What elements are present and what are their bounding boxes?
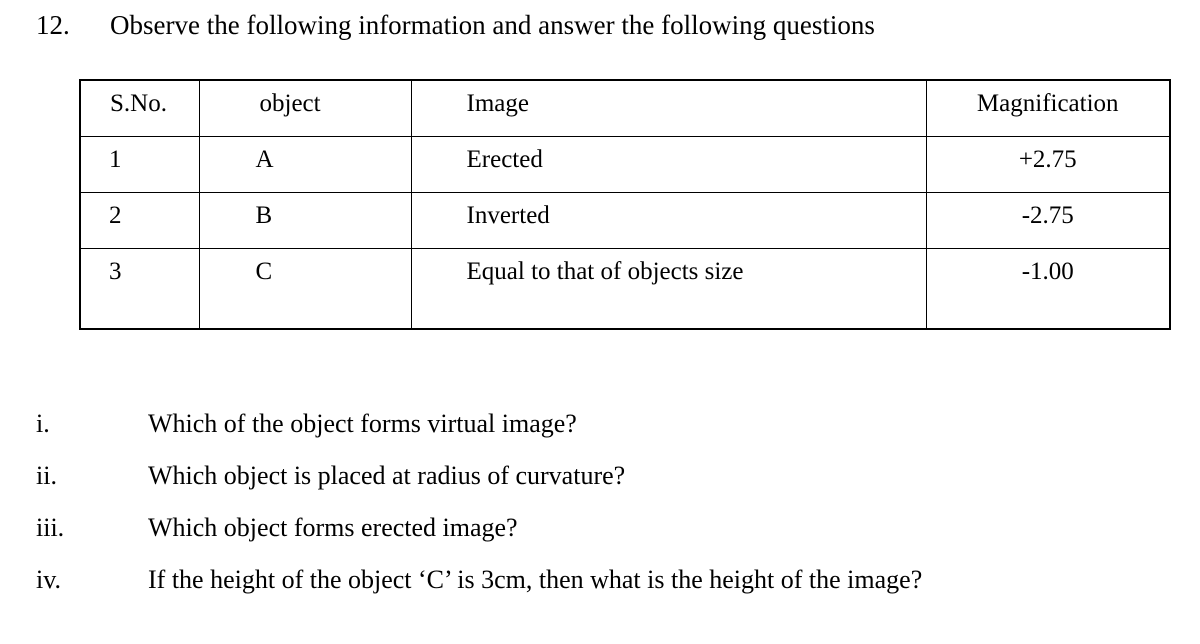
sub-question-text: If the height of the object ‘C’ is 3cm, … — [148, 565, 923, 594]
cell-object: C — [198, 248, 412, 330]
cell-image-value: Erected — [466, 146, 543, 173]
sub-question-marker: iv. — [36, 565, 62, 594]
cell-image: Erected — [410, 136, 927, 193]
column-header-image-label: Image — [466, 90, 529, 117]
column-header-object-label: object — [259, 90, 321, 117]
cell-object-value: B — [255, 202, 273, 229]
cell-sno: 2 — [79, 192, 200, 249]
observation-table: S.No. object Image Magnification 1 A Ere… — [79, 79, 1171, 330]
cell-object: B — [198, 192, 412, 249]
sub-question-marker: ii. — [36, 461, 57, 490]
table-row: 1 A Erected +2.75 — [79, 136, 1171, 193]
observation-table-container: S.No. object Image Magnification 1 A Ere… — [79, 79, 1171, 330]
cell-sno: 1 — [79, 136, 200, 193]
column-header-magnification: Magnification — [925, 79, 1171, 137]
sub-question-marker: i. — [36, 409, 50, 438]
cell-image: Equal to that of objects size — [410, 248, 927, 330]
column-header-sno: S.No. — [79, 79, 200, 137]
table-row: 2 B Inverted -2.75 — [79, 192, 1171, 249]
column-header-object: object — [198, 79, 412, 137]
cell-magnification: -2.75 — [925, 192, 1171, 249]
column-header-sno-label: S.No. — [110, 90, 167, 117]
cell-magnification: +2.75 — [925, 136, 1171, 193]
cell-object-value: A — [255, 146, 274, 173]
question-heading: 12. Observe the following information an… — [0, 8, 1200, 48]
table-row: 3 C Equal to that of objects size -1.00 — [79, 248, 1171, 330]
sub-question-item-iv: iv. If the height of the object ‘C’ is 3… — [0, 564, 1200, 616]
cell-image: Inverted — [410, 192, 927, 249]
table-header-row: S.No. object Image Magnification — [79, 79, 1171, 137]
cell-image-value: Inverted — [466, 202, 550, 229]
sub-question-marker: iii. — [36, 513, 65, 542]
sub-question-list: i. Which of the object forms virtual ima… — [0, 408, 1200, 616]
sub-question-item-i: i. Which of the object forms virtual ima… — [0, 408, 1200, 460]
cell-magnification-value: -1.00 — [1021, 258, 1074, 285]
cell-object-value: C — [255, 258, 273, 285]
cell-object: A — [198, 136, 412, 193]
sub-question-item-ii: ii. Which object is placed at radius of … — [0, 460, 1200, 512]
cell-magnification-value: -2.75 — [1021, 202, 1074, 229]
sub-question-text: Which object forms erected image? — [148, 513, 518, 542]
column-header-magnification-label: Magnification — [976, 90, 1119, 117]
cell-sno-value: 1 — [109, 146, 122, 173]
sub-question-item-iii: iii. Which object forms erected image? — [0, 512, 1200, 564]
sub-question-text: Which object is placed at radius of curv… — [148, 461, 626, 490]
question-heading-text: Observe the following information and an… — [110, 10, 875, 40]
cell-image-value: Equal to that of objects size — [466, 258, 744, 285]
cell-sno-value: 3 — [109, 258, 122, 285]
cell-magnification: -1.00 — [925, 248, 1171, 330]
cell-sno: 3 — [79, 248, 200, 330]
column-header-image: Image — [410, 79, 927, 137]
sub-question-text: Which of the object forms virtual image? — [148, 409, 577, 438]
cell-magnification-value: +2.75 — [1018, 146, 1077, 173]
cell-sno-value: 2 — [109, 202, 122, 229]
question-number: 12. — [36, 10, 70, 40]
